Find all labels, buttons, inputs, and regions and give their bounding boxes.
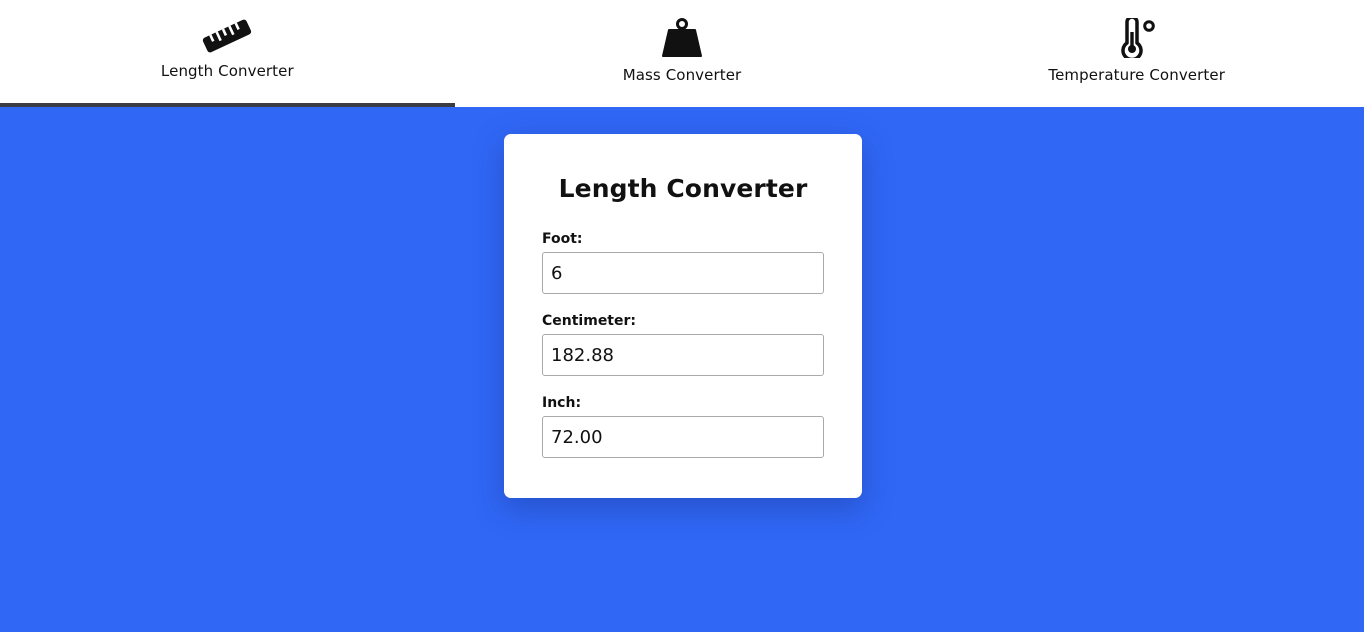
tab-label: Mass Converter [622, 66, 742, 84]
ruler-icon [197, 14, 257, 56]
inch-input[interactable] [542, 416, 824, 458]
length-converter-card: Length Converter Foot: Centimeter: Inch: [504, 134, 862, 498]
card-title: Length Converter [558, 174, 808, 203]
centimeter-input[interactable] [542, 334, 824, 376]
tab-label: Length Converter [160, 62, 294, 80]
foot-input[interactable] [542, 252, 824, 294]
converter-tab-bar: Length Converter Mass Converter Temperat… [0, 0, 1364, 107]
weight-icon [652, 16, 712, 58]
thermometer-icon [1107, 16, 1167, 58]
tab-temperature-converter[interactable]: Temperature Converter [909, 0, 1364, 107]
foot-label: Foot: [542, 231, 583, 247]
inch-label: Inch: [542, 395, 582, 411]
tab-mass-converter[interactable]: Mass Converter [455, 0, 910, 107]
tab-length-converter[interactable]: Length Converter [0, 0, 455, 107]
centimeter-label: Centimeter: [542, 313, 637, 329]
tab-label: Temperature Converter [1048, 66, 1225, 84]
